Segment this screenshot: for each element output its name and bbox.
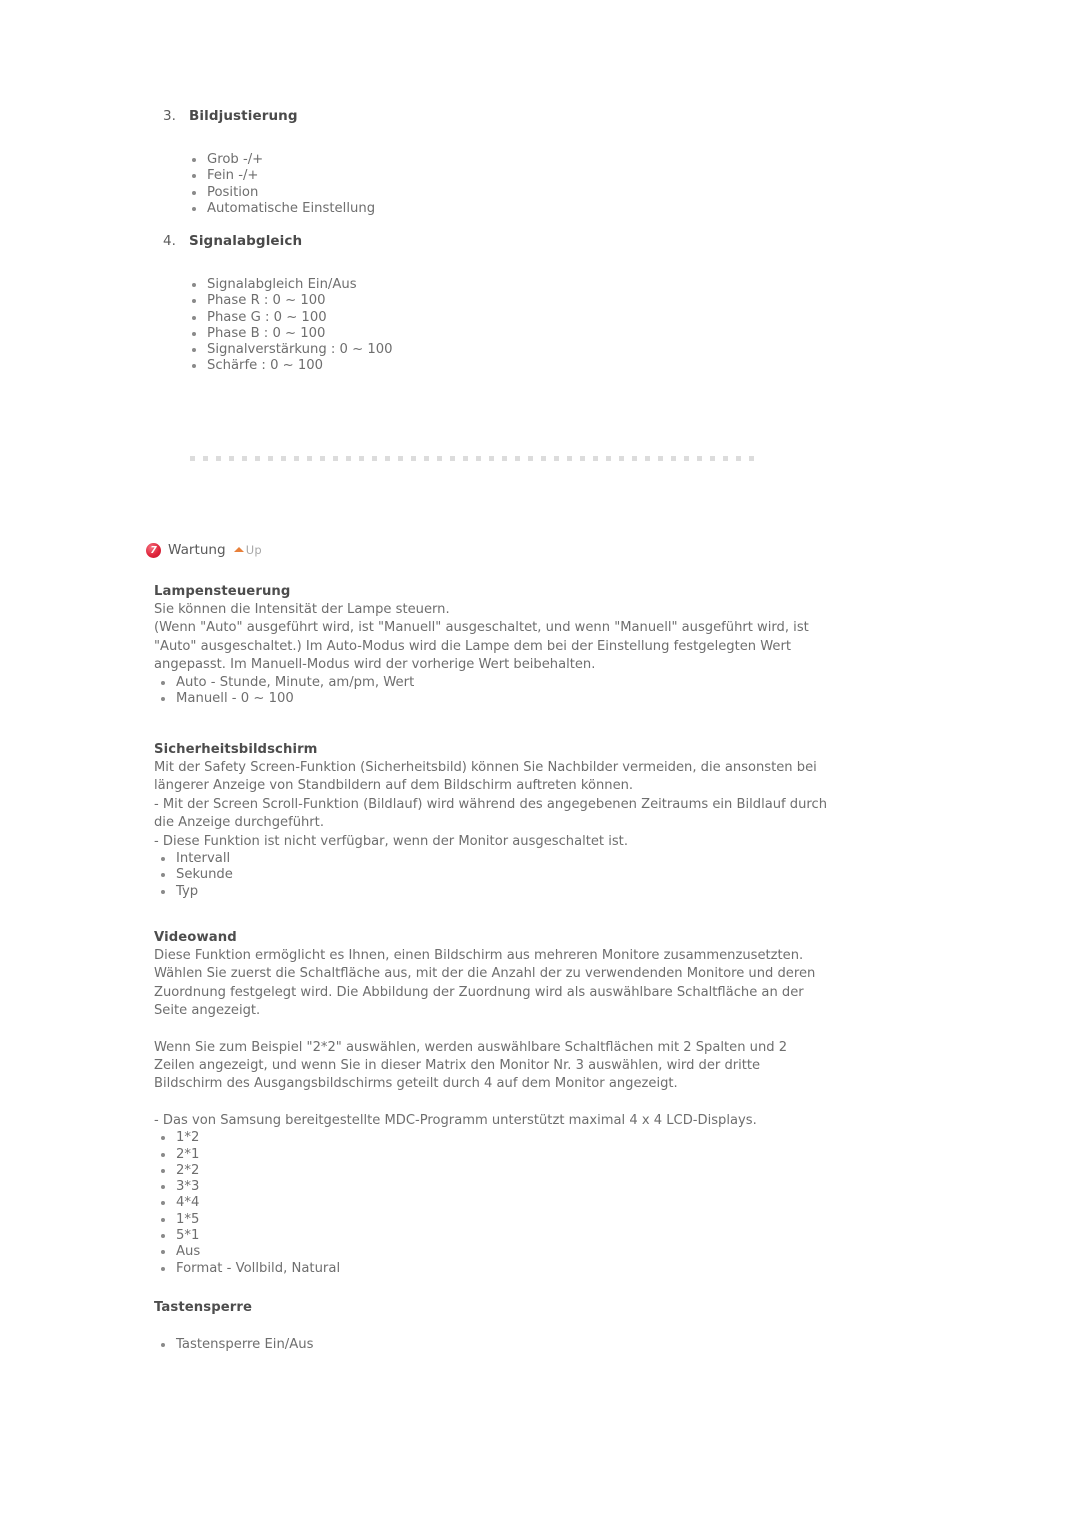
list-item: Signalabgleich Ein/Aus — [185, 277, 393, 293]
subsection-title: Tastensperre — [154, 1300, 253, 1315]
paragraph-line: Seite angezeigt. — [154, 1003, 261, 1019]
list-item: Phase B : 0 ~ 100 — [185, 326, 393, 342]
paragraph-line: - Das von Samsung bereitgestellte MDC-Pr… — [154, 1112, 757, 1128]
subsection-videowand: Videowand Diese Funktion ermöglicht es I… — [154, 930, 834, 1277]
arrow-up-icon — [233, 546, 244, 552]
list-item: Typ — [154, 884, 834, 900]
paragraph-line: Wenn Sie zum Beispiel "2*2" auswählen, w… — [154, 1039, 788, 1055]
paragraph-line: Wählen Sie zuerst die Schaltfläche aus, … — [154, 966, 816, 982]
list-item: 4*4 — [154, 1195, 834, 1211]
section-number: 3. — [163, 108, 176, 124]
paragraph-line: längerer Anzeige von Standbildern auf de… — [154, 778, 634, 794]
paragraph-line: Diese Funktion ermöglicht es Ihnen, eine… — [154, 948, 804, 963]
subsection-lampensteuerung: Lampensteuerung Sie können die Intensitä… — [154, 584, 834, 707]
list-item: Phase G : 0 ~ 100 — [185, 310, 393, 326]
list-item: Position — [185, 185, 375, 201]
bullet-list: Tastensperre Ein/Aus — [154, 1337, 834, 1353]
document-page: 3. Bildjustierung Grob -/+ Fein -/+ Posi… — [0, 0, 1080, 1528]
bullet-list: Auto - Stunde, Minute, am/pm, Wert Manue… — [154, 675, 834, 708]
list-item: Format - Vollbild, Natural — [154, 1261, 834, 1277]
list-item: Aus — [154, 1244, 834, 1260]
paragraph-line: Mit der Safety Screen-Funktion (Sicherhe… — [154, 760, 817, 775]
list-item: Intervall — [154, 851, 834, 867]
section-number: 4. — [163, 233, 176, 249]
paragraph-line: Zuordnung festgelegt wird. Die Abbildung… — [154, 984, 804, 1000]
section-title: Signalabgleich — [189, 233, 303, 249]
paragraph-line: angepasst. Im Manuell-Modus wird der vor… — [154, 657, 596, 673]
subsection-body: Sie können die Intensität der Lampe steu… — [154, 601, 834, 675]
bullet-list: Intervall Sekunde Typ — [154, 851, 834, 900]
paragraph-line: Zeilen angezeigt, und wenn Sie in dieser… — [154, 1058, 761, 1074]
list-item: Fein -/+ — [185, 168, 375, 184]
section-header-title: Wartung — [168, 542, 226, 558]
paragraph-line: - Mit der Screen Scroll-Funktion (Bildla… — [154, 796, 828, 812]
subsection-title: Lampensteuerung — [154, 584, 291, 599]
list-item: Signalverstärkung : 0 ~ 100 — [185, 342, 393, 358]
dotted-divider — [190, 456, 762, 461]
list-item: 2*1 — [154, 1147, 834, 1163]
paragraph-line: "Auto" ausgeschaltet.) Im Auto-Modus wir… — [154, 638, 791, 654]
up-link-label: Up — [245, 543, 263, 557]
list-item: 5*1 — [154, 1228, 834, 1244]
section-heading: 4. Signalabgleich — [163, 233, 393, 249]
list-item: Phase R : 0 ~ 100 — [185, 293, 393, 309]
subsection-tastensperre: Tastensperre Tastensperre Ein/Aus — [154, 1300, 834, 1353]
subsection-body: Mit der Safety Screen-Funktion (Sicherhe… — [154, 759, 834, 851]
paragraph-line: die Anzeige durchgeführt. — [154, 815, 324, 831]
bullet-list: Signalabgleich Ein/Aus Phase R : 0 ~ 100… — [185, 277, 393, 375]
numbered-section-bildjustierung: 3. Bildjustierung Grob -/+ Fein -/+ Posi… — [163, 108, 375, 217]
list-item: Tastensperre Ein/Aus — [154, 1337, 834, 1353]
list-item: 1*2 — [154, 1130, 834, 1146]
paragraph-line: Sie können die Intensität der Lampe steu… — [154, 602, 450, 617]
list-item: 1*5 — [154, 1212, 834, 1228]
section-title: Bildjustierung — [189, 108, 298, 124]
paragraph-line: (Wenn "Auto" ausgeführt wird, ist "Manue… — [154, 620, 809, 636]
list-item: Automatische Einstellung — [185, 201, 375, 217]
paragraph-line: Bildschirm des Ausgangsbildschirms getei… — [154, 1076, 678, 1092]
number-badge-icon: 7 — [146, 542, 161, 558]
subsection-body: Diese Funktion ermöglicht es Ihnen, eine… — [154, 947, 834, 1130]
numbered-section-signalabgleich: 4. Signalabgleich Signalabgleich Ein/Aus… — [163, 233, 393, 375]
up-link[interactable]: Up — [233, 543, 263, 557]
subsection-title: Videowand — [154, 930, 237, 945]
bullet-list: 1*2 2*1 2*2 3*3 4*4 1*5 5*1 Aus Format -… — [154, 1130, 834, 1277]
paragraph-line: - Diese Funktion ist nicht verfügbar, we… — [154, 833, 628, 849]
section-header-wartung: 7 Wartung Up — [146, 540, 262, 560]
list-item: 3*3 — [154, 1179, 834, 1195]
bullet-list: Grob -/+ Fein -/+ Position Automatische … — [185, 152, 375, 217]
subsection-title: Sicherheitsbildschirm — [154, 742, 318, 757]
list-item: Schärfe : 0 ~ 100 — [185, 358, 393, 374]
list-item: Sekunde — [154, 867, 834, 883]
list-item: Manuell - 0 ~ 100 — [154, 691, 834, 707]
list-item: Auto - Stunde, Minute, am/pm, Wert — [154, 675, 834, 691]
section-heading: 3. Bildjustierung — [163, 108, 375, 124]
list-item: 2*2 — [154, 1163, 834, 1179]
list-item: Grob -/+ — [185, 152, 375, 168]
subsection-sicherheitsbildschirm: Sicherheitsbildschirm Mit der Safety Scr… — [154, 742, 834, 900]
